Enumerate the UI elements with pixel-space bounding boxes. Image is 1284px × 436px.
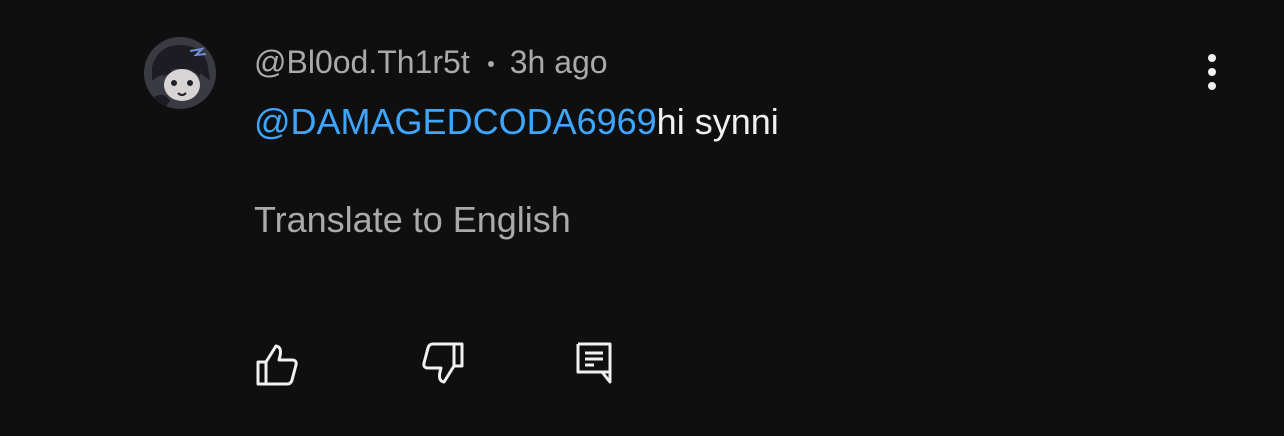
like-button[interactable] bbox=[252, 340, 300, 388]
separator-dot bbox=[487, 61, 494, 67]
more-vertical-icon bbox=[1208, 54, 1216, 90]
comment-item: @Bl0od.Th1r5t 3h ago @DAMAGEDCODA6969hi … bbox=[0, 0, 1284, 436]
more-options-button[interactable] bbox=[1190, 50, 1234, 94]
comment-text: @DAMAGEDCODA6969hi synni bbox=[254, 100, 779, 144]
timestamp[interactable]: 3h ago bbox=[510, 44, 608, 81]
translate-button[interactable]: Translate to English bbox=[254, 198, 571, 242]
author-name[interactable]: @Bl0od.Th1r5t bbox=[254, 44, 470, 81]
avatar[interactable] bbox=[144, 37, 216, 109]
dislike-button[interactable] bbox=[420, 340, 468, 388]
comment-header: @Bl0od.Th1r5t 3h ago bbox=[254, 42, 608, 82]
thumbs-down-icon bbox=[422, 342, 464, 384]
comment-message: hi synni bbox=[656, 101, 779, 142]
reply-button[interactable] bbox=[570, 340, 618, 388]
avatar-image bbox=[144, 37, 216, 109]
thumbs-up-icon bbox=[256, 344, 298, 386]
mention-link[interactable]: @DAMAGEDCODA6969 bbox=[254, 101, 657, 142]
reply-comment-icon bbox=[576, 342, 612, 384]
